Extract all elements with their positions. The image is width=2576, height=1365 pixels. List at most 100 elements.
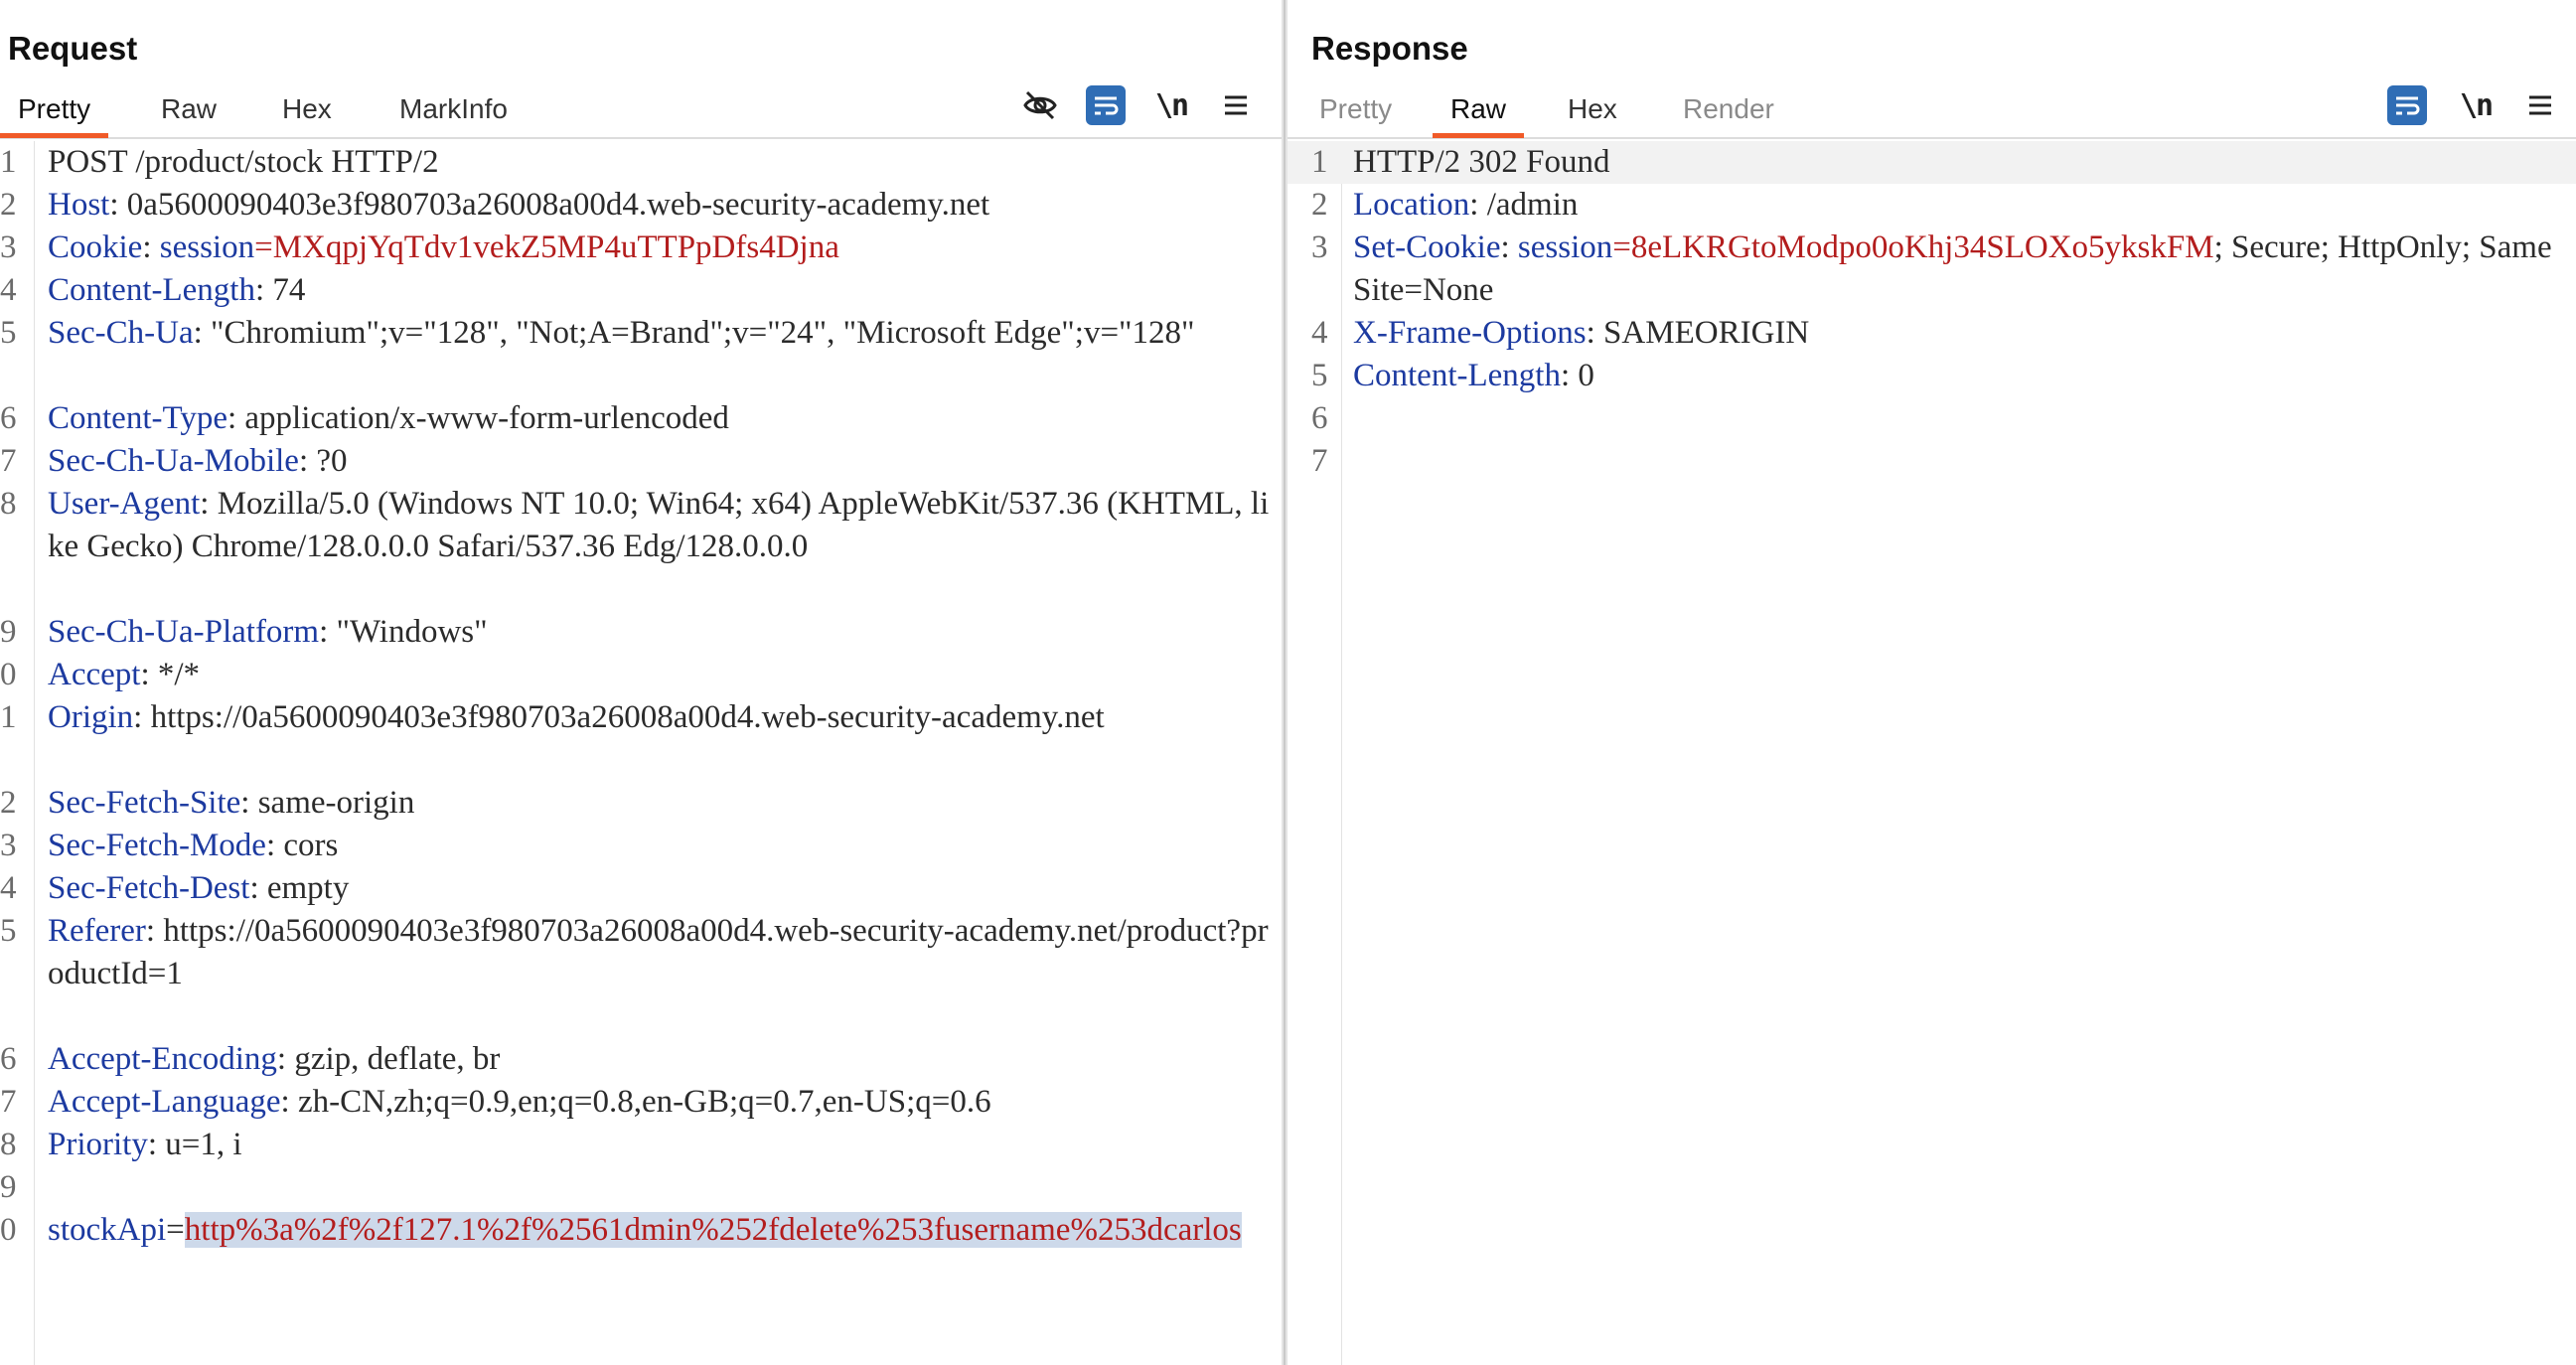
line-content: Content-Length: 0 — [1353, 355, 2568, 397]
header-key: Content-Length — [48, 272, 255, 308]
code-text: : same-origin — [240, 785, 415, 821]
newline-icon[interactable]: \n — [2456, 85, 2496, 125]
line-number: 1 — [0, 699, 17, 735]
code-text: : SAMEORIGIN — [1586, 315, 1810, 351]
code-line[interactable]: 5 Sec-Ch-Ua: "Chromium";v="128", "Not;A=B… — [0, 312, 1282, 397]
line-number: 3 — [0, 229, 17, 265]
line-content: Sec-Fetch-Mode: cors — [48, 825, 1274, 867]
code-line[interactable]: 2 Host: 0a5600090403e3f980703a26008a00d4.… — [0, 184, 1282, 227]
line-content: Accept-Encoding: gzip, deflate, br — [48, 1038, 1274, 1081]
wrap-lines-icon[interactable] — [2387, 85, 2427, 125]
line-number: 0 — [0, 657, 17, 692]
code-line[interactable]: 7 Sec-Ch-Ua-Mobile: ?0 — [0, 440, 1282, 483]
line-number: 3 — [0, 828, 17, 863]
line-number: 5 — [0, 913, 17, 949]
code-line[interactable]: 3 Sec-Fetch-Mode: cors — [0, 825, 1282, 867]
line-number: 0 — [0, 1212, 17, 1248]
code-text: : u=1, i — [147, 1127, 242, 1162]
code-line[interactable]: 6 Accept-Encoding: gzip, deflate, br — [0, 1038, 1282, 1081]
line-content: HTTP/2 302 Found — [1353, 141, 2568, 184]
code-text: HTTP/2 302 Found — [1353, 144, 1610, 180]
code-text: : /admin — [1469, 187, 1579, 223]
line-number: 5 — [0, 315, 17, 351]
request-pane: Request Pretty Raw Hex MarkInfo \n 1 POST… — [0, 0, 1282, 1365]
line-content: Set-Cookie: session=8eLKRGtoModpo0oKhj34… — [1353, 227, 2568, 312]
code-line[interactable]: 0 Accept: */* — [0, 654, 1282, 696]
tab-hex[interactable]: Hex — [264, 89, 350, 135]
tab-raw[interactable]: Raw — [143, 89, 234, 135]
line-content: Sec-Fetch-Dest: empty — [48, 867, 1274, 910]
newline-label: \n — [1154, 87, 1189, 123]
code-line[interactable]: 1 Origin: https://0a5600090403e3f980703a2… — [0, 696, 1282, 782]
code-line[interactable]: 9 Sec-Ch-Ua-Platform: "Windows" — [0, 611, 1282, 654]
tab-raw[interactable]: Raw — [1433, 89, 1525, 138]
line-content: Origin: https://0a5600090403e3f980703a26… — [48, 696, 1274, 739]
line-number: 7 — [0, 443, 17, 479]
wrap-lines-icon[interactable] — [1086, 85, 1126, 125]
code-line[interactable]: 7 — [1288, 440, 2576, 483]
line-content: Priority: u=1, i — [48, 1124, 1274, 1166]
code-line[interactable]: 0 stockApi=http%3a%2f%2f127.1%2f%2561dmin… — [0, 1209, 1282, 1294]
tab-pretty[interactable]: Pretty — [0, 89, 109, 138]
header-key: Sec-Ch-Ua-Platform — [48, 614, 320, 650]
line-content: Location: /admin — [1353, 184, 2568, 227]
line-content: Sec-Ch-Ua: "Chromium";v="128", "Not;A=Br… — [48, 312, 1274, 355]
header-key: Location — [1353, 187, 1470, 223]
code-line[interactable]: 3 Cookie: session=MXqpjYqTdv1vekZ5MP4uTTP… — [0, 227, 1282, 269]
header-key: Sec-Fetch-Dest — [48, 870, 250, 906]
code-line[interactable]: 5 Referer: https://0a5600090403e3f980703a… — [0, 910, 1282, 1038]
code-line[interactable]: 8 Priority: u=1, i — [0, 1124, 1282, 1166]
line-number: 1 — [1311, 144, 1328, 180]
code-text: : https://0a5600090403e3f980703a26008a00… — [48, 913, 1269, 991]
code-line[interactable]: 6 — [1288, 397, 2576, 440]
response-title: Response — [1311, 30, 1468, 67]
tab-pretty[interactable]: Pretty — [1301, 89, 1410, 135]
code-line[interactable]: 4 X-Frame-Options: SAMEORIGIN — [1288, 312, 2576, 355]
request-lines: 1 POST /product/stock HTTP/2 2 Host: 0a5600… — [0, 141, 1282, 1294]
tab-hex[interactable]: Hex — [1550, 89, 1635, 135]
response-menu-icon[interactable] — [2520, 85, 2560, 125]
header-key: Sec-Ch-Ua-Mobile — [48, 443, 299, 479]
line-number: 7 — [1311, 443, 1328, 479]
code-text: = — [166, 1212, 185, 1248]
code-line[interactable]: 4 Content-Length: 74 — [0, 269, 1282, 312]
request-editor[interactable]: 1 POST /product/stock HTTP/2 2 Host: 0a5600… — [0, 141, 1282, 1365]
header-key: Origin — [48, 699, 134, 735]
code-line[interactable]: 4 Sec-Fetch-Dest: empty — [0, 867, 1282, 910]
code-line[interactable]: 7 Accept-Language: zh-CN,zh;q=0.9,en;q=0.… — [0, 1081, 1282, 1124]
code-line[interactable]: 3 Set-Cookie: session=8eLKRGtoModpo0oKhj3… — [1288, 227, 2576, 312]
code-text: : "Windows" — [319, 614, 488, 650]
code-line[interactable]: 1 HTTP/2 302 Found — [1288, 141, 2576, 184]
code-text: : 0 — [1560, 358, 1594, 393]
header-key: stockApi — [48, 1212, 167, 1248]
code-text: : */* — [140, 657, 201, 692]
code-line[interactable]: 2 Sec-Fetch-Site: same-origin — [0, 782, 1282, 825]
code-text: : — [1500, 229, 1518, 265]
code-text: : gzip, deflate, br — [276, 1041, 501, 1077]
code-text: : Mozilla/5.0 (Windows NT 10.0; Win64; x… — [48, 486, 1270, 564]
tab-markinfo[interactable]: MarkInfo — [381, 89, 526, 135]
code-line[interactable]: 5 Content-Length: 0 — [1288, 355, 2576, 397]
newline-label: \n — [2459, 87, 2494, 123]
header-key: X-Frame-Options — [1353, 315, 1587, 351]
code-line[interactable]: 1 POST /product/stock HTTP/2 — [0, 141, 1282, 184]
code-line[interactable]: 6 Content-Type: application/x-www-form-ur… — [0, 397, 1282, 440]
line-number: 4 — [0, 870, 17, 906]
code-line[interactable]: 8 User-Agent: Mozilla/5.0 (Windows NT 10.… — [0, 483, 1282, 611]
header-key: Sec-Ch-Ua — [48, 315, 194, 351]
highlighted-value: http%3a%2f%2f127.1%2f%2561dmin%252fdelet… — [184, 1212, 1242, 1248]
code-line[interactable]: 2 Location: /admin — [1288, 184, 2576, 227]
tab-render[interactable]: Render — [1665, 89, 1792, 135]
highlighted-value: =8eLKRGtoModpo0oKhj34SLOXo5ykskFM — [1612, 229, 2214, 265]
hide-nonprintable-eye-slash-icon[interactable] — [1020, 85, 1060, 125]
request-title: Request — [8, 30, 138, 67]
newline-icon[interactable]: \n — [1151, 85, 1191, 125]
code-text: : https://0a5600090403e3f980703a26008a00… — [133, 699, 1105, 735]
line-number: 5 — [1311, 358, 1328, 393]
code-line[interactable]: 9 — [0, 1166, 1282, 1209]
line-number: 2 — [1311, 187, 1328, 223]
response-editor[interactable]: 1 HTTP/2 302 Found 2 Location: /admin 3 Set-C… — [1288, 141, 2576, 1365]
request-menu-icon[interactable] — [1216, 85, 1256, 125]
header-key: Accept-Encoding — [48, 1041, 277, 1077]
line-number: 1 — [0, 144, 17, 180]
